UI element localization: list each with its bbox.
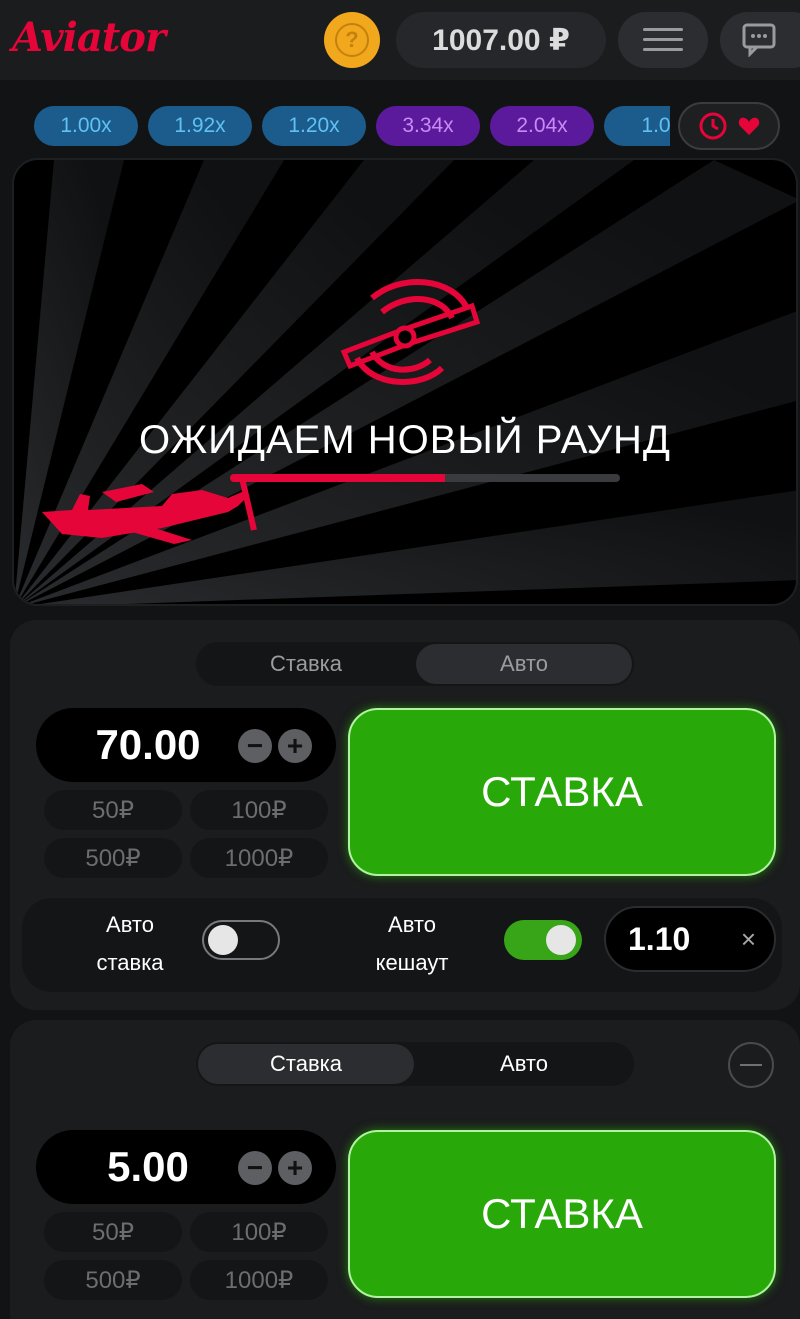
- propeller-logo-icon: [340, 279, 481, 385]
- menu-button[interactable]: [618, 12, 708, 68]
- bet-panel-1: Ставка Авто 70.00 − + 50₽ 100₽ 500₽ 1000…: [10, 620, 800, 1010]
- history-toggle-button[interactable]: [678, 102, 780, 150]
- airplane-icon: [42, 477, 257, 544]
- auto-cashout-label-line-2: кешаут: [375, 950, 449, 975]
- auto-bet-label: Авто ставка: [84, 906, 176, 982]
- auto-bet-label-line-2: ставка: [96, 950, 164, 975]
- bet-mode-tabs: Ставка Авто: [196, 1042, 634, 1086]
- place-bet-button[interactable]: СТАВКА: [348, 1130, 776, 1298]
- increase-amount-button[interactable]: +: [278, 729, 312, 763]
- question-icon: ?: [335, 23, 369, 57]
- quick-amount-button[interactable]: 50₽: [44, 790, 182, 830]
- place-bet-button[interactable]: СТАВКА: [348, 708, 776, 876]
- hamburger-icon: [643, 28, 683, 51]
- quick-amount-button[interactable]: 100₽: [190, 1212, 328, 1252]
- chat-button[interactable]: [720, 12, 800, 68]
- history-clock-icon: [699, 112, 727, 140]
- auto-cashout-value[interactable]: 1.10: [628, 908, 690, 970]
- bet-amount-field[interactable]: 5.00 − +: [36, 1130, 336, 1204]
- auto-cashout-toggle[interactable]: [504, 920, 582, 960]
- history-pill[interactable]: 3.34x: [376, 106, 480, 146]
- bet-amount-value[interactable]: 70.00: [36, 708, 260, 782]
- auto-bet-label-line-1: Авто: [106, 912, 154, 937]
- bet-amount-value[interactable]: 5.00: [36, 1130, 260, 1204]
- round-progress-bar: [230, 474, 620, 482]
- history-pill[interactable]: 1.00x: [34, 106, 138, 146]
- minus-icon: [740, 1064, 762, 1066]
- heart-icon: [738, 117, 760, 135]
- auto-bet-toggle[interactable]: [202, 920, 280, 960]
- increase-amount-button[interactable]: +: [278, 1151, 312, 1185]
- quick-amount-button[interactable]: 500₽: [44, 1260, 182, 1300]
- quick-amount-button[interactable]: 100₽: [190, 790, 328, 830]
- top-bar: Aviator ? 1007.00 ₽: [0, 0, 800, 80]
- tab-bet[interactable]: Ставка: [198, 644, 414, 684]
- remove-bet-panel-button[interactable]: [728, 1042, 774, 1088]
- clear-icon[interactable]: ×: [741, 908, 756, 970]
- bet-panel-2: Ставка Авто 5.00 − + 50₽ 100₽ 500₽ 1000₽…: [10, 1020, 800, 1319]
- bet-mode-tabs: Ставка Авто: [196, 642, 634, 686]
- decrease-amount-button[interactable]: −: [238, 729, 272, 763]
- aviator-logo: Aviator: [12, 14, 166, 61]
- history-pill[interactable]: 1.20x: [262, 106, 366, 146]
- chat-icon: [742, 23, 776, 57]
- quick-amount-button[interactable]: 1000₽: [190, 1260, 328, 1300]
- history-pill[interactable]: 1.0: [604, 106, 670, 146]
- bet-amount-field[interactable]: 70.00 − +: [36, 708, 336, 782]
- history-pill[interactable]: 2.04x: [490, 106, 594, 146]
- toggle-knob: [546, 925, 576, 955]
- quick-amount-button[interactable]: 1000₽: [190, 838, 328, 878]
- round-progress-fill: [230, 474, 445, 482]
- tab-auto[interactable]: Авто: [416, 644, 632, 684]
- quick-amount-button[interactable]: 500₽: [44, 838, 182, 878]
- auto-cashout-label-line-1: Авто: [388, 912, 436, 937]
- auto-cashout-input[interactable]: 1.10 ×: [604, 906, 776, 972]
- history-pill[interactable]: 1.92x: [148, 106, 252, 146]
- round-status-text: ОЖИДАЕМ НОВЫЙ РАУНД: [138, 418, 672, 462]
- help-button[interactable]: ?: [324, 12, 380, 68]
- decrease-amount-button[interactable]: −: [238, 1151, 272, 1185]
- toggle-knob: [208, 925, 238, 955]
- tab-bet[interactable]: Ставка: [198, 1044, 414, 1084]
- auto-settings-row: Авто ставка Авто кешаут 1.10 ×: [22, 898, 782, 992]
- multiplier-history: 1.00x 1.92x 1.20x 3.34x 2.04x 1.0: [0, 98, 670, 154]
- auto-cashout-label: Авто кешаут: [362, 906, 462, 982]
- balance-display: 1007.00 ₽: [396, 12, 606, 68]
- tab-auto[interactable]: Авто: [416, 1044, 632, 1084]
- quick-amount-button[interactable]: 50₽: [44, 1212, 182, 1252]
- game-canvas: [12, 158, 798, 606]
